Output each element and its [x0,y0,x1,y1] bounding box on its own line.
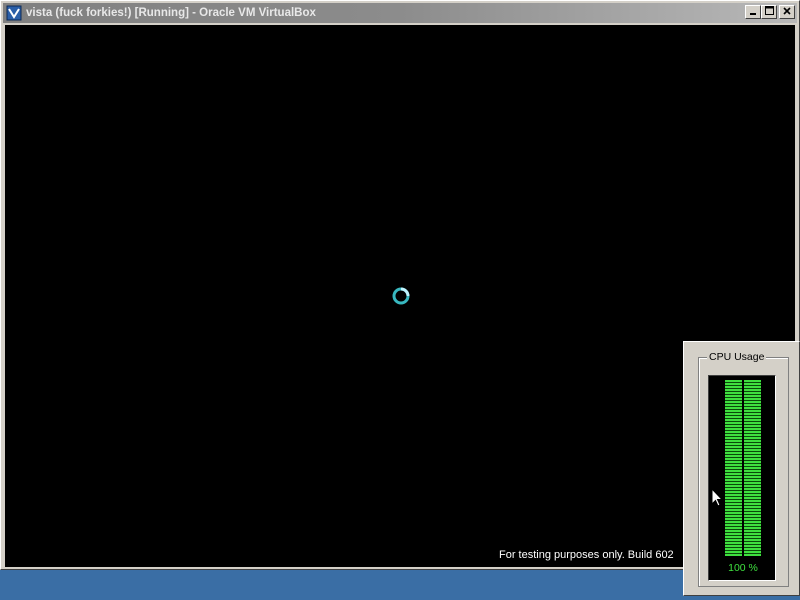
window-title: vista (fuck forkies!) [Running] - Oracle… [26,7,316,19]
virtualbox-app-icon[interactable] [6,5,22,21]
vm-display[interactable]: For testing purposes only. Build 602 [5,25,795,567]
loading-spinner-icon [391,286,411,306]
maximize-button[interactable] [761,5,777,19]
cpu-usage-meter: 100 % [708,375,776,581]
desktop: vista (fuck forkies!) [Running] - Oracle… [0,0,800,600]
title-bar[interactable]: vista (fuck forkies!) [Running] - Oracle… [3,3,797,23]
build-watermark: For testing purposes only. Build 602 [499,549,674,561]
cpu-meter-bars [725,380,761,556]
virtualbox-window: vista (fuck forkies!) [Running] - Oracle… [0,0,800,570]
cpu-meter-column-right [744,380,761,556]
cpu-usage-window[interactable]: CPU Usage 100 % [683,341,800,596]
cpu-usage-label: CPU Usage [707,351,767,363]
cpu-meter-column-left [725,380,742,556]
title-bar-buttons [745,5,795,19]
minimize-icon [749,7,757,18]
mouse-pointer-icon [711,487,724,508]
close-button[interactable] [779,5,795,19]
maximize-icon [764,6,774,18]
minimize-button[interactable] [745,5,761,19]
cpu-usage-percent: 100 % [728,562,758,574]
cpu-usage-group: CPU Usage 100 % [698,351,789,587]
close-icon [783,6,791,18]
